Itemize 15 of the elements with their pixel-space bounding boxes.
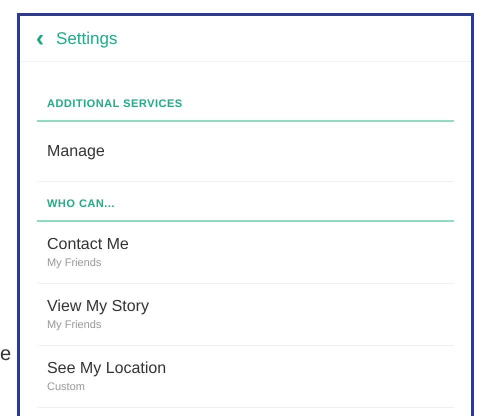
settings-row[interactable]: See My Location Custom	[37, 346, 454, 408]
row-title: View My Story	[47, 296, 150, 316]
settings-row[interactable]: Manage	[37, 122, 454, 182]
page-title: Settings	[56, 28, 118, 50]
row-subtitle: My Friends	[47, 256, 102, 270]
text-fragment: e	[0, 344, 12, 364]
section-header: WHO CAN...	[47, 196, 115, 212]
row-subtitle: Custom	[47, 380, 86, 394]
row-subtitle: My Friends	[47, 318, 102, 332]
row-title: See My Location	[47, 358, 168, 378]
settings-row[interactable]: View My Story My Friends	[37, 284, 454, 346]
settings-row[interactable]: Contact Me My Friends	[37, 222, 454, 284]
row-title: Manage	[47, 142, 106, 162]
section-header: ADDITIONAL SERVICES	[47, 96, 183, 112]
row-title: Contact Me	[47, 234, 130, 254]
